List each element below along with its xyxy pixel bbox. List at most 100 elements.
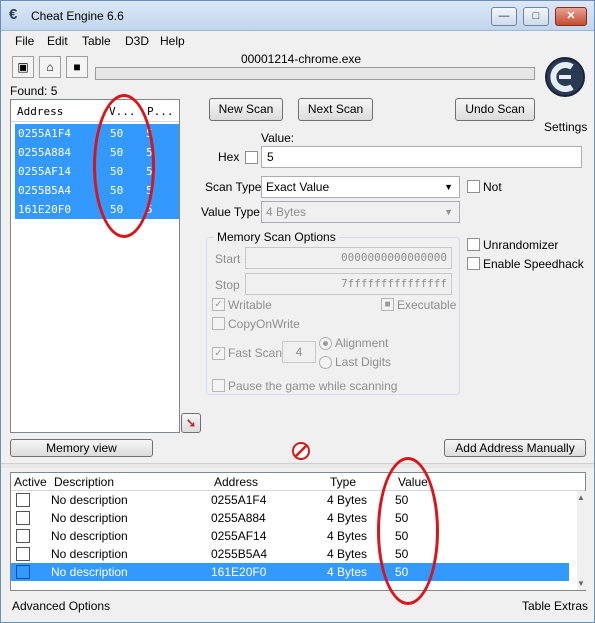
- memory-view-button[interactable]: Memory view: [10, 439, 153, 457]
- annotation-circle-found-values: [93, 94, 155, 238]
- col-description[interactable]: Description: [54, 475, 114, 489]
- active-checkbox[interactable]: [16, 547, 30, 561]
- menu-table[interactable]: Table: [82, 34, 111, 48]
- fastscan-checkbox[interactable]: ✓: [212, 347, 225, 360]
- table-row[interactable]: No description 0255AF14 4 Bytes 50: [11, 527, 569, 545]
- col-address[interactable]: Address: [214, 475, 258, 489]
- menu-file[interactable]: File: [15, 34, 34, 48]
- active-checkbox[interactable]: [16, 511, 30, 525]
- found-count: Found: 5: [10, 84, 58, 98]
- value-type-label: Value Type: [201, 205, 260, 219]
- panel-splitter[interactable]: [1, 463, 594, 468]
- header-address[interactable]: Address: [17, 105, 63, 118]
- col-active[interactable]: Active: [14, 475, 47, 489]
- table-row-selected[interactable]: No description 161E20F0 4 Bytes 50: [11, 563, 569, 581]
- menu-bar: File Edit Table D3D Help: [1, 31, 594, 51]
- last-digits-radio[interactable]: [319, 356, 332, 369]
- writable-checkbox[interactable]: ✓: [212, 298, 225, 311]
- row-address: 0255AF14: [211, 529, 267, 543]
- address-list[interactable]: Active Description Address Type Value No…: [10, 472, 586, 591]
- start-label: Start: [215, 252, 241, 266]
- executable-label: Executable: [397, 298, 457, 312]
- row-description: No description: [51, 493, 128, 507]
- settings-label[interactable]: Settings: [544, 120, 587, 134]
- found-row-address: 0255AF14: [18, 165, 71, 178]
- next-scan-button[interactable]: Next Scan: [298, 98, 373, 121]
- undo-scan-button[interactable]: Undo Scan: [455, 98, 535, 121]
- window-title: Cheat Engine 6.6: [31, 9, 124, 23]
- row-type: 4 Bytes: [327, 565, 368, 579]
- scan-type-select[interactable]: Exact Value ▼: [261, 176, 460, 198]
- scroll-down-icon[interactable]: ▼: [577, 579, 585, 588]
- open-file-button[interactable]: ⌂: [39, 56, 61, 78]
- row-address: 0255A884: [211, 511, 266, 525]
- hex-label: Hex: [218, 150, 240, 164]
- row-description: No description: [51, 547, 128, 561]
- minimize-button[interactable]: —: [491, 7, 517, 26]
- stop-scan-icon[interactable]: [292, 442, 310, 460]
- add-to-list-arrow-button[interactable]: ➘: [181, 413, 201, 433]
- row-address: 0255A1F4: [211, 493, 267, 507]
- title-bar[interactable]: € Cheat Engine 6.6 — □ ✕: [1, 1, 594, 31]
- executable-checkbox[interactable]: ■: [381, 298, 394, 311]
- fastscan-input[interactable]: 4: [282, 341, 316, 363]
- alignment-radio[interactable]: [319, 337, 332, 350]
- active-checkbox[interactable]: [16, 565, 30, 579]
- row-description: No description: [51, 529, 128, 543]
- add-address-manually-button[interactable]: Add Address Manually: [444, 439, 586, 457]
- save-file-button[interactable]: ■: [66, 56, 88, 78]
- scan-progress-bar: [95, 67, 535, 80]
- cheat-engine-window: € Cheat Engine 6.6 — □ ✕ File Edit Table…: [0, 0, 595, 623]
- row-address: 0255B5A4: [211, 547, 268, 561]
- new-scan-button[interactable]: New Scan: [209, 98, 283, 121]
- start-address-input[interactable]: 0000000000000000: [245, 247, 452, 269]
- open-process-button[interactable]: ▣: [12, 56, 34, 78]
- close-button[interactable]: ✕: [555, 7, 587, 26]
- pause-checkbox[interactable]: [212, 379, 225, 392]
- dropdown-arrow-icon: ▼: [444, 182, 453, 192]
- settings-logo-button[interactable]: [541, 55, 589, 111]
- scan-type-value: Exact Value: [266, 180, 330, 194]
- col-type[interactable]: Type: [330, 475, 356, 489]
- speedhack-checkbox[interactable]: [467, 257, 480, 270]
- copyonwrite-checkbox[interactable]: [212, 317, 225, 330]
- menu-edit[interactable]: Edit: [47, 34, 68, 48]
- speedhack-label: Enable Speedhack: [483, 257, 584, 271]
- menu-help[interactable]: Help: [160, 34, 185, 48]
- value-type-select[interactable]: 4 Bytes ▼: [261, 201, 460, 223]
- advanced-options-link[interactable]: Advanced Options: [12, 599, 110, 613]
- table-row[interactable]: No description 0255A1F4 4 Bytes 50: [11, 491, 569, 509]
- alignment-label: Alignment: [335, 336, 389, 350]
- last-digits-label: Last Digits: [335, 355, 392, 369]
- not-checkbox[interactable]: [467, 180, 480, 193]
- scroll-up-icon[interactable]: ▲: [577, 493, 585, 502]
- table-extras-link[interactable]: Table Extras: [522, 599, 588, 613]
- scan-type-label: Scan Type: [205, 180, 262, 194]
- dropdown-arrow-icon: ▼: [444, 207, 453, 217]
- active-checkbox[interactable]: [16, 529, 30, 543]
- red-arrow-icon: ➘: [185, 416, 197, 430]
- computer-icon: ▣: [17, 60, 29, 74]
- hex-checkbox[interactable]: [245, 151, 258, 164]
- table-row[interactable]: No description 0255B5A4 4 Bytes 50: [11, 545, 569, 563]
- found-row-address: 0255A1F4: [18, 127, 71, 140]
- fastscan-label: Fast Scan: [228, 346, 283, 360]
- header-previous[interactable]: P...: [147, 105, 174, 118]
- row-type: 4 Bytes: [327, 511, 368, 525]
- row-type: 4 Bytes: [327, 547, 368, 561]
- stop-address-input[interactable]: 7fffffffffffffff: [245, 273, 452, 295]
- scan-value-input[interactable]: 5: [261, 146, 582, 168]
- unrandomizer-label: Unrandomizer: [483, 238, 559, 252]
- active-checkbox[interactable]: [16, 493, 30, 507]
- pause-label: Pause the game while scanning: [228, 379, 398, 393]
- unrandomizer-checkbox[interactable]: [467, 238, 480, 251]
- vertical-scrollbar[interactable]: ▲ ▼: [577, 491, 586, 590]
- not-label: Not: [483, 180, 502, 194]
- table-row[interactable]: No description 0255A884 4 Bytes 50: [11, 509, 569, 527]
- maximize-button[interactable]: □: [523, 7, 549, 26]
- process-name: 00001214-chrome.exe: [240, 52, 362, 66]
- floppy-icon: ■: [73, 60, 81, 74]
- menu-d3d[interactable]: D3D: [125, 34, 149, 48]
- found-row-address: 161E20F0: [18, 203, 71, 216]
- row-description: No description: [51, 511, 128, 525]
